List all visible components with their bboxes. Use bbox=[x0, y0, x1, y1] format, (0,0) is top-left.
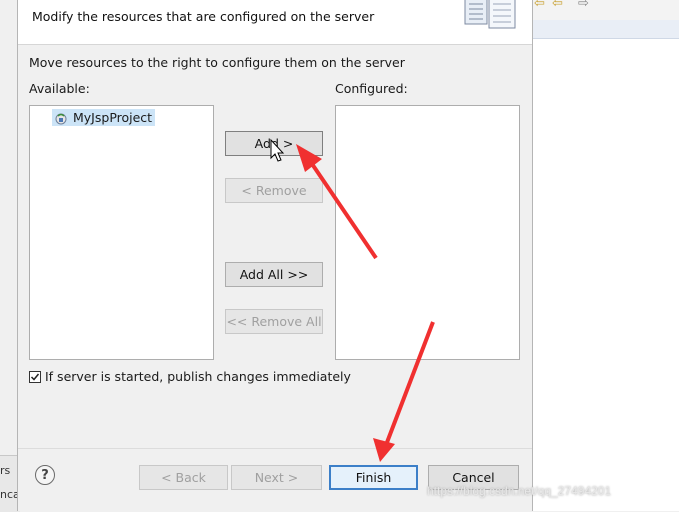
annotation-overlay bbox=[270, 138, 435, 462]
annotation-arrow-add bbox=[296, 144, 378, 260]
annotation-arrow-finish bbox=[373, 321, 435, 462]
mouse-cursor-icon bbox=[270, 138, 285, 162]
